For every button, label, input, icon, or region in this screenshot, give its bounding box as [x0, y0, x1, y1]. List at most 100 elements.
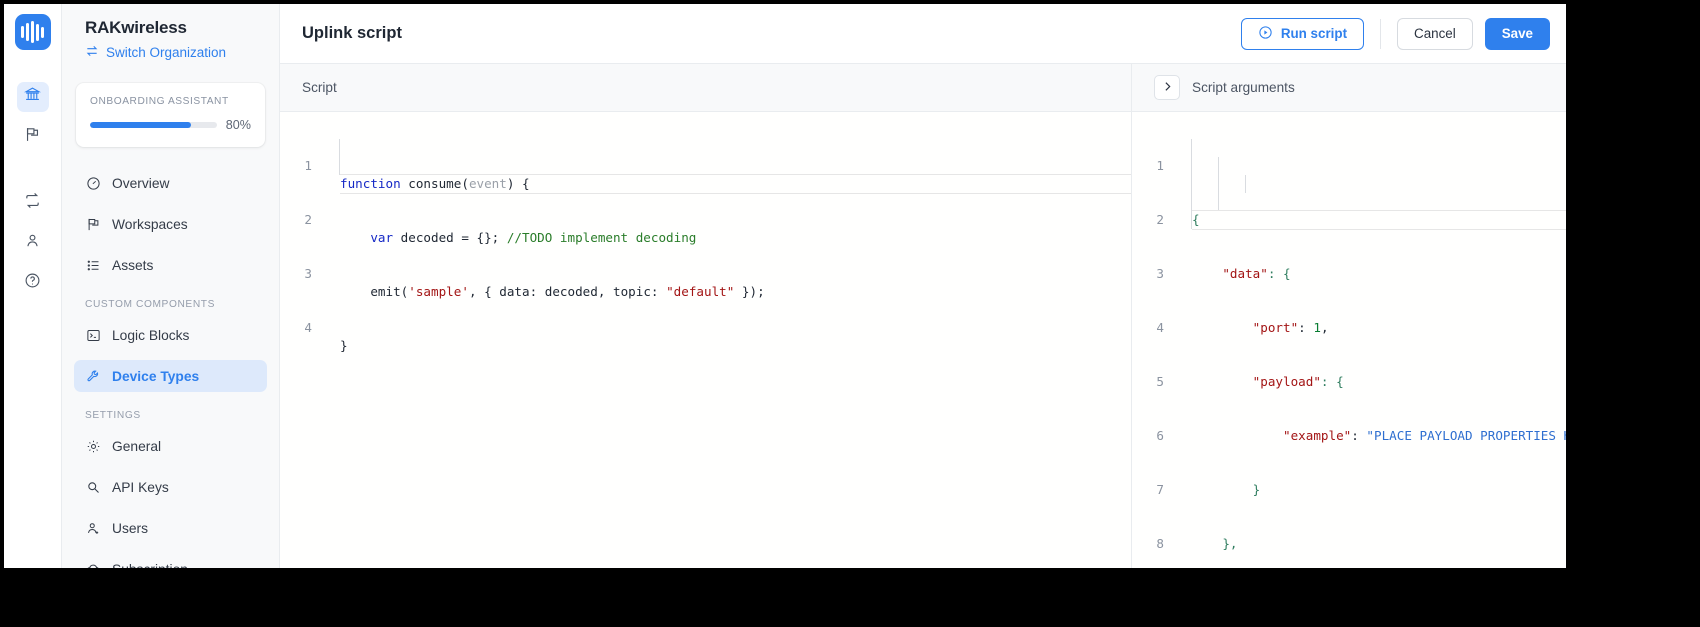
token-comment: //TODO implement decoding [506, 230, 697, 245]
sidebar-heading-custom-components: CUSTOM COMPONENTS [85, 299, 216, 310]
sidebar-item-api-keys[interactable]: API Keys [74, 471, 267, 503]
sidebar-item-label: Logic Blocks [112, 327, 190, 343]
play-circle-icon [1258, 25, 1273, 43]
token-param: event [468, 176, 507, 191]
main-content: Uplink script Run script Cancel Save Scr… [280, 4, 1566, 568]
toolbar-divider [1380, 18, 1382, 49]
sidebar-item-device-types[interactable]: Device Types [74, 360, 267, 392]
cancel-button[interactable]: Cancel [1397, 17, 1473, 50]
sidebar-item-label: Users [112, 520, 149, 536]
line-number: 1 [1156, 158, 1164, 173]
code-line: var decoded = {}; //TODO implement decod… [322, 229, 1131, 247]
token-number: 1 [1313, 320, 1321, 335]
soundwave-logo-icon[interactable] [14, 14, 51, 50]
sidebar-item-logic-blocks[interactable]: Logic Blocks [74, 319, 267, 351]
token-keyword: var [370, 230, 394, 245]
line-number: 6 [1156, 428, 1164, 443]
line-number: 7 [1156, 482, 1164, 497]
token-brace: } [1252, 482, 1261, 497]
toolbar-actions: Run script Cancel Save [1240, 17, 1550, 50]
switch-organization-link[interactable]: Switch Organization [62, 38, 279, 61]
sidebar-item-subscription[interactable]: Subscription [74, 553, 267, 568]
sidebar-item-overview[interactable]: Overview [74, 167, 267, 199]
line-number: 4 [304, 320, 312, 335]
token-keyword: function [340, 176, 401, 191]
token-brace: : { [1320, 374, 1344, 389]
sidebar-item-label: Assets [112, 257, 154, 273]
sidebar-nav: Overview Workspaces Assets CUSTOM COMPON… [62, 167, 279, 568]
json-line: "payload": { [1174, 373, 1566, 391]
onboarding-percent: 80% [225, 118, 251, 132]
rail-item-organization[interactable] [16, 82, 49, 112]
sidebar-item-users[interactable]: Users [74, 512, 267, 544]
json-line: { [1174, 210, 1566, 230]
collapse-panel-button[interactable] [1154, 75, 1180, 100]
line-number: 1 [304, 158, 312, 173]
sidebar-item-label: Workspaces [112, 216, 188, 232]
app-window: RAKwireless Switch Organization ONBOARDI… [4, 4, 1566, 568]
script-editor[interactable]: 1 2 3 4 function consume(event) { var de… [280, 112, 1131, 568]
cloud-icon [85, 561, 101, 568]
line-number: 5 [1156, 374, 1164, 389]
script-arguments-pane: Script arguments 1 2 3 4 5 6 7 8 {"data… [1132, 64, 1566, 568]
token-text: } [340, 338, 348, 353]
token-punct: : [1351, 428, 1367, 443]
token-brace: }, [1222, 536, 1238, 551]
json-line: } [1174, 481, 1566, 499]
rail-item-workspaces[interactable] [17, 122, 49, 152]
save-button[interactable]: Save [1484, 17, 1550, 50]
token-punct: , [1320, 320, 1329, 335]
question-circle-icon [24, 272, 41, 294]
script-arguments-editor[interactable]: 1 2 3 4 5 6 7 8 9 [1132, 112, 1566, 568]
sidebar-item-label: Overview [112, 175, 170, 191]
rail-item-account[interactable] [17, 228, 49, 258]
run-script-button[interactable]: Run script [1240, 17, 1365, 50]
rail-item-help[interactable] [17, 268, 49, 298]
token-brace: : { [1267, 266, 1291, 281]
token-function: consume [408, 176, 462, 191]
swap-arrows-icon [85, 44, 99, 61]
token-string: "PLACE PAYLOAD PROPERTIES HERE" [1366, 428, 1566, 443]
token-string: "default" [666, 284, 735, 299]
script-arguments-title: Script arguments [1192, 80, 1295, 95]
token-key: "payload" [1252, 374, 1321, 389]
token-key: "port" [1252, 320, 1299, 335]
line-number: 2 [304, 212, 312, 227]
json-line: "example": "PLACE PAYLOAD PROPERTIES HER… [1174, 427, 1566, 445]
token-punct: ) { [506, 176, 530, 191]
list-icon [85, 257, 101, 273]
page-toolbar: Uplink script Run script Cancel Save [280, 4, 1566, 64]
script-code-lines[interactable]: function consume(event) { var decoded = … [322, 121, 1131, 391]
token-text: emit( [370, 284, 409, 299]
rail-item-integrations[interactable] [17, 188, 49, 218]
sidebar-item-assets[interactable]: Assets [74, 249, 267, 281]
user-icon [24, 232, 41, 254]
token-key: "data" [1222, 266, 1268, 281]
line-number: 4 [1156, 320, 1164, 335]
editor-panes: Script 1 2 3 4 function consume(event) { [280, 64, 1566, 568]
code-line: emit('sample', { data: decoded, topic: "… [322, 283, 1131, 301]
terminal-icon [85, 327, 101, 343]
indent-guide [339, 139, 340, 175]
sidebar-heading-settings: SETTINGS [85, 410, 141, 421]
key-search-icon [85, 479, 101, 495]
code-line: } [322, 337, 1131, 355]
sidebar-item-workspaces[interactable]: Workspaces [74, 208, 267, 240]
icon-rail [4, 4, 62, 568]
bank-icon [23, 86, 42, 108]
switch-organization-label: Switch Organization [106, 45, 227, 60]
json-line: "data": { [1174, 265, 1566, 283]
sidebar-item-label: General [112, 438, 162, 454]
token-punct: ( [461, 176, 469, 191]
script-pane: Script 1 2 3 4 function consume(event) { [280, 64, 1132, 568]
args-code-lines[interactable]: { "data": { "port": 1, "payload": { "exa… [1174, 121, 1566, 568]
line-number: 3 [1156, 266, 1164, 281]
code-line: function consume(event) { [322, 174, 1131, 194]
onboarding-assistant-card[interactable]: ONBOARDING ASSISTANT 80% [76, 83, 265, 147]
token-key: "example" [1283, 428, 1352, 443]
repeat-icon [24, 192, 41, 214]
sidebar-item-general[interactable]: General [74, 430, 267, 462]
script-pane-header: Script [280, 64, 1131, 112]
token-punct: : [1298, 320, 1314, 335]
chevron-right-icon [1161, 80, 1174, 96]
